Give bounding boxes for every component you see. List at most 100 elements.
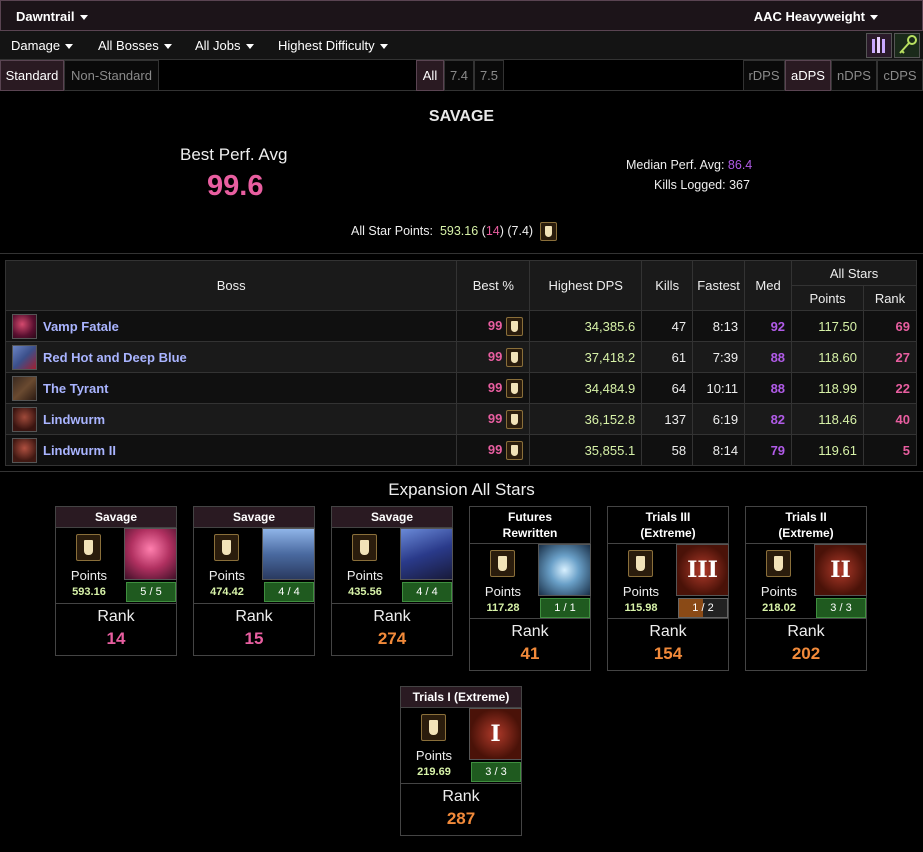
best-pct-cell: 99 — [456, 434, 531, 466]
col-boss[interactable]: Boss — [4, 260, 458, 311]
shield-icon[interactable] — [540, 222, 558, 241]
shield-icon[interactable] — [506, 316, 524, 336]
all-star-card[interactable]: Trials II (Extreme) Points 218.02 II 3 /… — [745, 506, 867, 671]
rank-value: 287 — [446, 809, 476, 828]
encounter-image — [124, 528, 177, 580]
points-value: 474.42 — [210, 586, 244, 598]
col-kills[interactable]: Kills — [641, 260, 694, 311]
all-star-card[interactable]: Futures Rewritten Points 117.28 1 / 1 Ra… — [469, 506, 591, 671]
boss-name-link[interactable]: The Tyrant — [43, 381, 109, 396]
shield-icon[interactable] — [506, 347, 524, 367]
division-label: AAC Heavyweight — [753, 9, 865, 24]
card-rank: Rank 15 — [194, 604, 314, 655]
points-value: 219.69 — [417, 766, 451, 778]
tab-ndps[interactable]: nDPS — [831, 60, 877, 91]
boss-cell: Red Hot and Deep Blue — [4, 341, 458, 373]
trial-emblem-icon: III — [676, 544, 729, 596]
boss-name-link[interactable]: Lindwurm — [43, 412, 105, 427]
shield-icon[interactable] — [506, 378, 524, 398]
median-label: Median Perf. Avg: — [626, 158, 725, 172]
col-fastest[interactable]: Fastest — [692, 260, 746, 311]
metric-dropdown[interactable]: Damage — [11, 38, 74, 53]
boss-name-link[interactable]: Red Hot and Deep Blue — [43, 350, 187, 365]
difficulty-dropdown[interactable]: Highest Difficulty — [278, 38, 388, 53]
tab-cdps[interactable]: cDPS — [877, 60, 923, 91]
tab-all[interactable]: All — [416, 60, 444, 91]
clear-count: 1 / 1 — [540, 598, 590, 618]
card-rank: Rank 154 — [608, 619, 728, 670]
col-med[interactable]: Med — [744, 260, 793, 311]
median: 82 — [744, 403, 793, 435]
all-star-points: 119.61 — [791, 434, 864, 466]
card-shield — [490, 550, 515, 577]
boss-name-link[interactable]: Vamp Fatale — [43, 319, 119, 334]
bosses-dropdown[interactable]: All Bosses — [98, 38, 172, 53]
shield-icon[interactable] — [506, 409, 524, 429]
encounter-image — [262, 528, 315, 580]
shield-icon[interactable] — [506, 440, 524, 460]
col-all-stars: All Stars — [791, 260, 917, 286]
card-body: Points 593.16 5 / 5 — [56, 528, 177, 604]
col-highest-dps[interactable]: Highest DPS — [529, 260, 643, 311]
key-icon[interactable] — [894, 33, 920, 58]
shield-icon — [766, 550, 791, 577]
boss-cell: The Tyrant — [4, 372, 458, 404]
clear-count: 4 / 4 — [264, 582, 314, 602]
all-star-card[interactable]: Savage Points 435.56 4 / 4 Rank 274 — [331, 506, 453, 656]
difficulty-label: Highest Difficulty — [278, 38, 375, 53]
top-bar: Dawntrail AAC Heavyweight — [0, 0, 923, 31]
card-body: Points 117.28 1 / 1 — [470, 543, 591, 619]
tab-adps[interactable]: aDPS — [785, 60, 831, 91]
tab-non-standard[interactable]: Non-Standard — [64, 60, 159, 91]
tab-standard[interactable]: Standard — [0, 60, 64, 91]
expansion-dropdown[interactable]: Dawntrail — [16, 9, 88, 24]
star-open: ( — [478, 223, 486, 238]
boss-name-link[interactable]: Lindwurm II — [43, 443, 116, 458]
points-value: 115.98 — [624, 602, 658, 614]
col-points[interactable]: Points — [791, 285, 864, 311]
star-rank-value: 14 — [485, 223, 500, 238]
bosses-label: All Bosses — [98, 38, 159, 53]
col-rank[interactable]: Rank — [862, 285, 918, 311]
tab-bar: Standard Non-Standard All 7.4 7.5 rDPS a… — [0, 60, 923, 91]
tab-rdps[interactable]: rDPS — [743, 60, 785, 91]
card-shield — [628, 550, 653, 577]
expansion-label: Dawntrail — [16, 9, 75, 24]
fastest: 10:11 — [692, 372, 746, 404]
highest-dps: 34,484.9 — [529, 372, 643, 404]
card-rank: Rank 287 — [401, 784, 521, 835]
best-pct-cell: 99 — [456, 310, 531, 342]
points-value: 218.02 — [762, 602, 796, 614]
all-star-rank: 69 — [862, 310, 918, 342]
card-shield — [421, 714, 446, 741]
clear-count: 3 / 3 — [816, 598, 866, 618]
star-points-value: 593.16 — [439, 223, 479, 238]
tab-7-5[interactable]: 7.5 — [474, 60, 504, 91]
all-star-card[interactable]: Savage Points 474.42 4 / 4 Rank 15 — [193, 506, 315, 656]
boss-cell: Lindwurm — [4, 403, 458, 435]
col-best[interactable]: Best % — [456, 260, 531, 311]
expansion-all-stars-title: Expansion All Stars — [388, 480, 535, 499]
tab-7-4[interactable]: 7.4 — [444, 60, 474, 91]
division-dropdown[interactable]: AAC Heavyweight — [754, 9, 878, 24]
best-pct: 99 — [487, 317, 503, 333]
boss-table: Boss Best % Highest DPS Kills Fastest Me… — [4, 260, 918, 466]
all-star-card[interactable]: Trials I (Extreme) Points 219.69 I 3 / 3… — [400, 686, 522, 836]
table-row: Lindwurm 99 36,152.8 137 6:19 82 118.46 … — [4, 403, 918, 435]
rank-label: Rank — [97, 608, 135, 625]
job-icon[interactable] — [866, 33, 892, 58]
card-title: Trials III (Extreme) — [640, 510, 696, 540]
all-star-points: 118.46 — [791, 403, 864, 435]
trial-emblem-icon: II — [814, 544, 867, 596]
all-star-points: All Star Points: 593.16 (14) (7.4) — [351, 222, 558, 241]
table-row: Red Hot and Deep Blue 99 37,418.2 61 7:3… — [4, 341, 918, 373]
card-title: Savage — [194, 507, 314, 528]
jobs-dropdown[interactable]: All Jobs — [195, 38, 254, 53]
card-body: Points 115.98 III 1 / 2 — [608, 543, 729, 619]
points-value: 117.28 — [486, 602, 520, 614]
highest-dps: 34,385.6 — [529, 310, 643, 342]
all-star-card[interactable]: Trials III (Extreme) Points 115.98 III 1… — [607, 506, 729, 671]
card-shield — [214, 534, 239, 561]
all-star-card[interactable]: Savage Points 593.16 5 / 5 Rank 14 — [55, 506, 177, 656]
points-label: Points — [70, 568, 108, 583]
